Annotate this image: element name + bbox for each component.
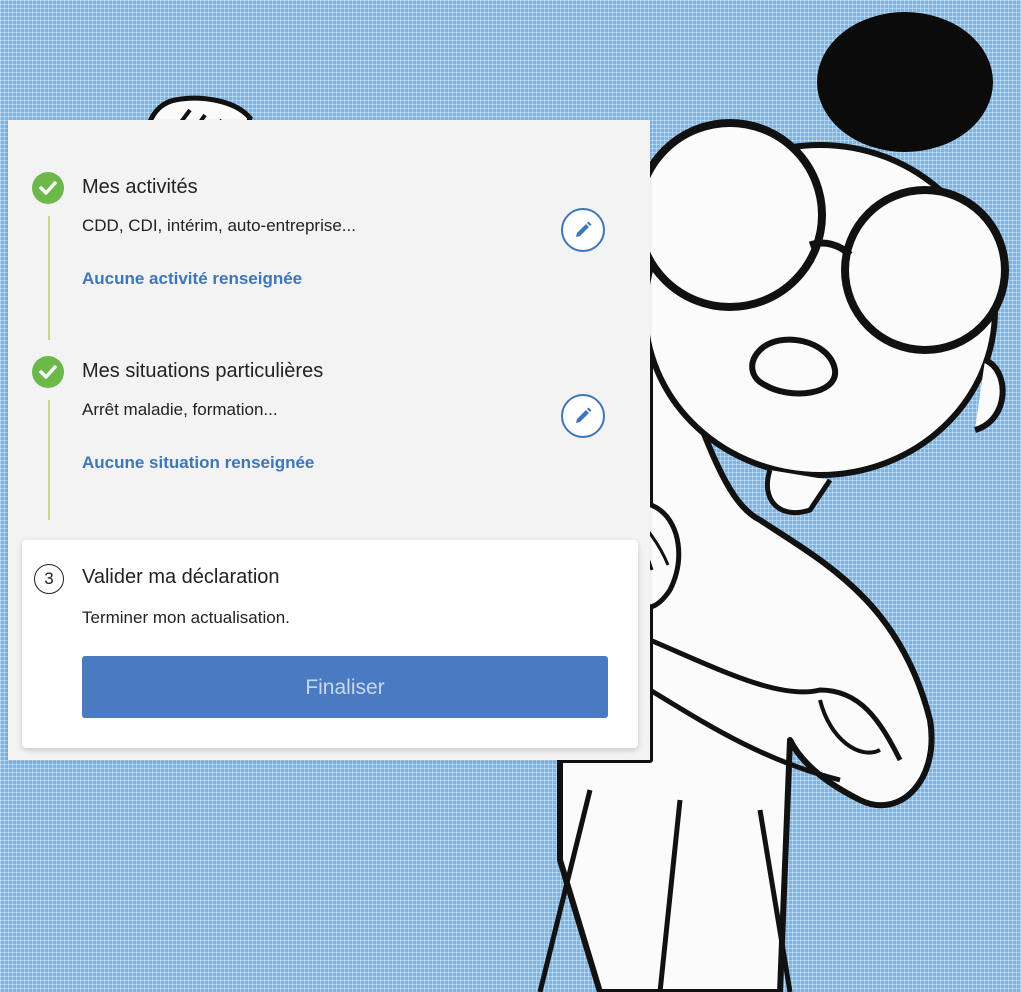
pencil-icon <box>576 407 592 423</box>
step-title: Mes activités <box>82 176 198 198</box>
step-title: Valider ma déclaration <box>82 566 280 588</box>
edit-activities-button[interactable] <box>561 208 605 252</box>
step-validate-card: 3 Valider ma déclaration Terminer mon ac… <box>22 540 638 748</box>
timeline-line <box>48 400 50 520</box>
check-circle-icon <box>32 172 64 204</box>
finalize-button[interactable]: Finaliser <box>82 656 608 718</box>
step-subtitle: Terminer mon actualisation. <box>82 608 290 627</box>
timeline-line <box>48 216 50 340</box>
edit-situations-button[interactable] <box>561 394 605 438</box>
step-number-badge: 3 <box>34 564 64 594</box>
situations-status-link[interactable]: Aucune situation renseignée <box>82 453 314 473</box>
step-subtitle: CDD, CDI, intérim, auto-entreprise... <box>82 216 356 235</box>
step-subtitle: Arrêt maladie, formation... <box>82 400 278 419</box>
declaration-panel: Mes activités CDD, CDI, intérim, auto-en… <box>8 120 650 760</box>
step-particular-situations: Mes situations particulières Arrêt malad… <box>8 356 650 526</box>
step-title: Mes situations particulières <box>82 360 324 382</box>
step-activities: Mes activités CDD, CDI, intérim, auto-en… <box>8 172 650 342</box>
pencil-icon <box>576 221 592 237</box>
check-circle-icon <box>32 356 64 388</box>
activities-status-link[interactable]: Aucune activité renseignée <box>82 269 302 289</box>
